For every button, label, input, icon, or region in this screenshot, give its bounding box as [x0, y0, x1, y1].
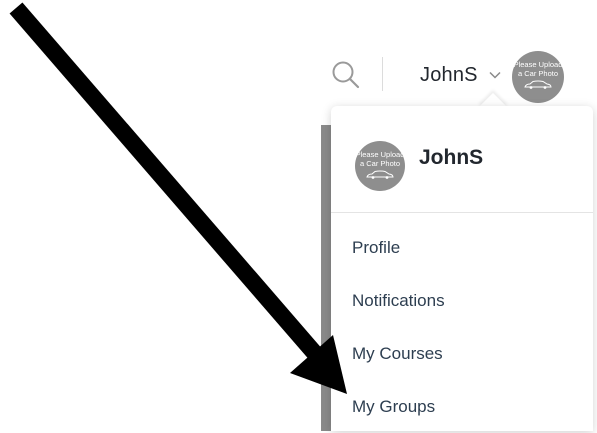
menu-item-my-courses[interactable]: My Courses — [331, 327, 593, 380]
chevron-down-icon — [489, 71, 501, 79]
user-dropdown-menu: Please Upload a Car Photo JohnS Profile … — [331, 106, 593, 431]
menu-item-profile[interactable]: Profile — [331, 221, 593, 274]
toolbar-divider — [382, 57, 383, 91]
page-background-edge — [321, 125, 331, 431]
search-button[interactable] — [330, 59, 362, 91]
search-icon — [332, 61, 360, 89]
menu-item-notifications[interactable]: Notifications — [331, 274, 593, 327]
car-icon — [366, 170, 394, 179]
menu-item-my-groups[interactable]: My Groups — [331, 380, 593, 433]
header-username: JohnS — [420, 63, 478, 86]
car-icon — [524, 80, 552, 89]
top-bar: JohnS Please Upload a Car Photo — [320, 45, 597, 105]
dropdown-user-header[interactable]: Please Upload a Car Photo JohnS — [331, 106, 593, 213]
header-avatar[interactable]: Please Upload a Car Photo — [512, 51, 564, 103]
user-menu-toggle[interactable]: JohnS — [420, 59, 502, 91]
dropdown-username: JohnS — [419, 146, 484, 169]
dropdown-avatar: Please Upload a Car Photo — [355, 141, 405, 191]
dropdown-menu-list: Profile Notifications My Courses My Grou… — [331, 221, 593, 433]
avatar-placeholder-text: Please Upload a Car Photo — [513, 60, 563, 78]
avatar-placeholder-text: Please Upload a Car Photo — [355, 150, 405, 168]
